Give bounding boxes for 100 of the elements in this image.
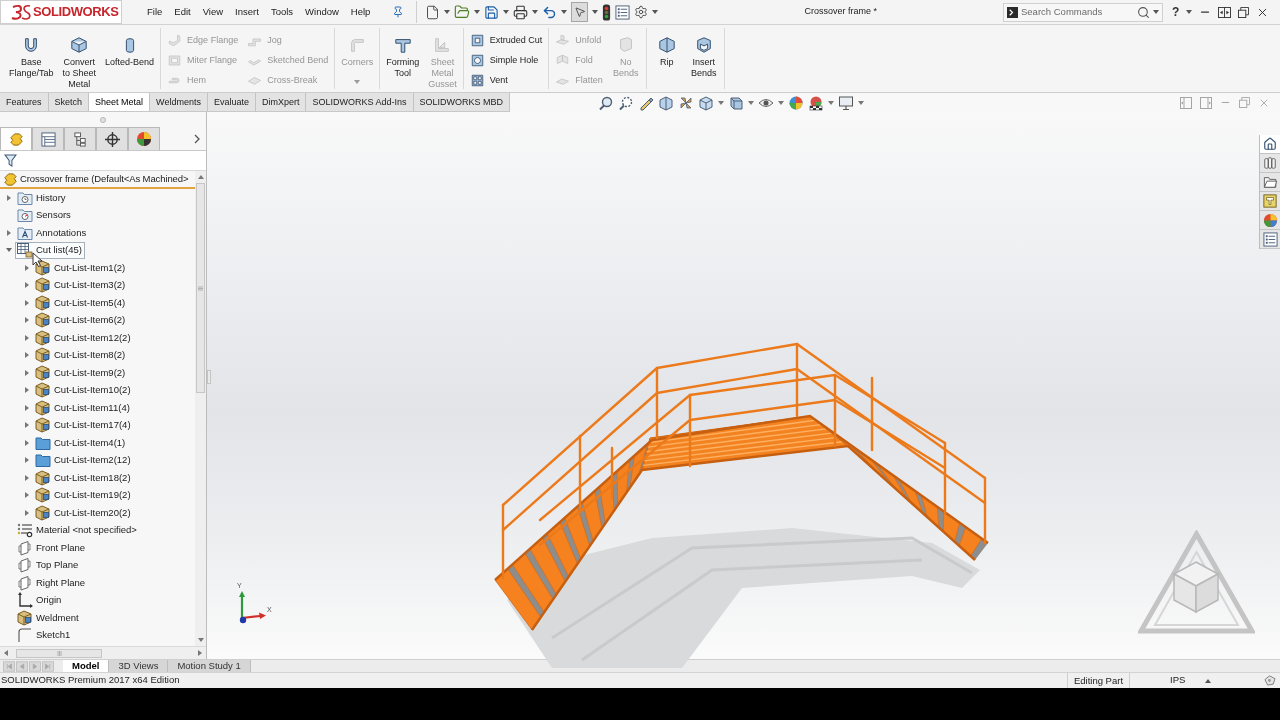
- ribbon-button[interactable]: Lofted-Bend: [102, 28, 158, 68]
- menu-item[interactable]: Edit: [168, 5, 197, 19]
- dashed-magnifier-icon[interactable]: [618, 94, 635, 111]
- bottom-tab[interactable]: Model: [63, 660, 110, 672]
- tree-item[interactable]: Cut-List-Item12(2): [33, 329, 134, 347]
- checkered-ball-icon[interactable]: [808, 94, 825, 111]
- panel-left-icon[interactable]: [1180, 96, 1192, 109]
- caret-down-icon[interactable]: [503, 10, 510, 14]
- caret-right-icon[interactable]: [25, 474, 29, 481]
- caret-left-icon[interactable]: [4, 650, 8, 656]
- tree-item[interactable]: Cut-List-Item10(2): [33, 381, 134, 399]
- panel-tab[interactable]: [128, 127, 160, 150]
- caret-right-icon[interactable]: [25, 457, 29, 464]
- bottom-tab[interactable]: Motion Study 1: [168, 660, 251, 672]
- task-pane-tab[interactable]: [1260, 135, 1280, 154]
- command-tab[interactable]: Sheet Metal: [89, 93, 151, 111]
- scroll-thumb[interactable]: [16, 648, 102, 658]
- tree-item[interactable]: Sensors: [15, 206, 74, 224]
- caret-down-icon[interactable]: [1186, 10, 1193, 14]
- chevron-right-icon[interactable]: [194, 134, 200, 144]
- pentagon-icon[interactable]: [1263, 675, 1276, 686]
- ribbon-button[interactable]: Base Flange/Tab: [6, 28, 57, 79]
- caret-right-icon[interactable]: [25, 422, 29, 429]
- funnel-icon[interactable]: [4, 154, 17, 167]
- tree-item[interactable]: Cut-List-Item17(4): [33, 416, 134, 434]
- caret-right-icon[interactable]: [25, 439, 29, 446]
- traffic-light-icon[interactable]: [602, 3, 612, 21]
- caret-right-icon[interactable]: [25, 282, 29, 289]
- shaded-cube-icon[interactable]: [728, 94, 745, 111]
- units-button[interactable]: IPS: [1170, 673, 1186, 688]
- tree-item[interactable]: Origin: [15, 591, 65, 609]
- panel-tab[interactable]: [96, 127, 128, 150]
- menu-item[interactable]: File: [141, 5, 169, 19]
- task-pane-tab[interactable]: [1260, 154, 1280, 173]
- ribbon-button[interactable]: Vent: [466, 71, 546, 90]
- tile-windows-icon[interactable]: [1218, 6, 1232, 18]
- caret-down-icon[interactable]: [748, 100, 755, 105]
- caret-down-icon[interactable]: [474, 10, 481, 14]
- search-icon[interactable]: [1137, 5, 1150, 19]
- menu-item[interactable]: Tools: [264, 5, 300, 19]
- undo-icon[interactable]: [542, 4, 558, 20]
- command-tab[interactable]: SOLIDWORKS Add-Ins: [306, 93, 414, 111]
- tree-item[interactable]: Cut-List-Item18(2): [33, 469, 134, 487]
- tree-item[interactable]: Cut-List-Item4(1): [33, 434, 129, 452]
- ribbon-button[interactable]: Convert to Sheet Metal: [59, 28, 100, 90]
- tree-item[interactable]: Cut-List-Item2(12): [33, 451, 134, 469]
- tree-item[interactable]: Cut-List-Item3(2): [33, 276, 129, 294]
- tree-root-label[interactable]: Crossover frame (Default<As Machined>: [20, 171, 189, 187]
- caret-right-icon[interactable]: [7, 194, 11, 201]
- restore-icon[interactable]: [1238, 6, 1250, 18]
- grip-dot-icon[interactable]: [100, 116, 106, 123]
- caret-up-icon[interactable]: [1205, 678, 1212, 683]
- tree-item[interactable]: Weldment: [15, 609, 82, 627]
- document-icon[interactable]: [425, 4, 441, 20]
- task-pane-tab[interactable]: [1260, 230, 1280, 249]
- tree-item[interactable]: Material <not specified>: [15, 521, 140, 539]
- tree-item[interactable]: Front Plane: [15, 539, 89, 557]
- caret-down-icon[interactable]: [778, 100, 785, 105]
- ribbon-button[interactable]: Rip: [649, 28, 684, 68]
- command-tab[interactable]: DimXpert: [255, 93, 307, 111]
- caret-down-icon[interactable]: [197, 638, 204, 642]
- caret-right-icon[interactable]: [25, 369, 29, 376]
- scroll-thumb[interactable]: [196, 183, 205, 393]
- caret-down-icon[interactable]: [592, 10, 599, 14]
- ribbon-button[interactable]: Insert Bends: [686, 28, 721, 79]
- caret-right-icon[interactable]: [25, 387, 29, 394]
- panel-tab[interactable]: [64, 127, 96, 150]
- task-pane-tab[interactable]: [1260, 192, 1280, 211]
- ribbon-button[interactable]: Simple Hole: [466, 51, 546, 70]
- caret-down-icon[interactable]: [532, 10, 539, 14]
- caret-right-icon[interactable]: [25, 264, 29, 271]
- tree-item[interactable]: Cut-List-Item11(4): [33, 399, 133, 417]
- vertical-scrollbar[interactable]: [195, 171, 206, 646]
- panel-right-icon[interactable]: [1200, 96, 1212, 109]
- ribbon-button[interactable]: Extruded Cut: [466, 31, 546, 50]
- caret-right-icon[interactable]: [25, 299, 29, 306]
- tree-item[interactable]: History: [15, 189, 69, 207]
- caret-right-icon[interactable]: [25, 352, 29, 359]
- pinwheel-icon[interactable]: [678, 94, 695, 111]
- caret-right-icon[interactable]: [25, 317, 29, 324]
- tree-item[interactable]: Cut list(45): [15, 241, 85, 259]
- caret-down-icon[interactable]: [1153, 10, 1159, 14]
- color-ball-icon[interactable]: [788, 94, 805, 111]
- splitter-handle[interactable]: [207, 370, 211, 384]
- pin-icon[interactable]: [392, 6, 405, 18]
- tree-item[interactable]: Cut-List-Item6(2): [33, 311, 129, 329]
- command-tab[interactable]: Features: [0, 93, 49, 111]
- caret-right-icon[interactable]: [198, 650, 202, 656]
- tree-item[interactable]: Cut-List-Item20(2): [33, 504, 134, 522]
- tree-item[interactable]: Cut-List-Item8(2): [33, 346, 129, 364]
- tree-item[interactable]: Top Plane: [15, 556, 82, 574]
- task-pane-tab[interactable]: [1260, 211, 1280, 230]
- caret-right-icon[interactable]: [25, 509, 29, 516]
- tree-item[interactable]: Cut-List-Item19(2): [33, 486, 134, 504]
- caret-down-icon[interactable]: [828, 100, 835, 105]
- tree-item[interactable]: Right Plane: [15, 574, 89, 592]
- settings-icon[interactable]: [634, 5, 649, 19]
- menu-item[interactable]: Help: [344, 5, 377, 19]
- caret-right-icon[interactable]: [25, 492, 29, 499]
- caret-right-icon[interactable]: [7, 229, 11, 236]
